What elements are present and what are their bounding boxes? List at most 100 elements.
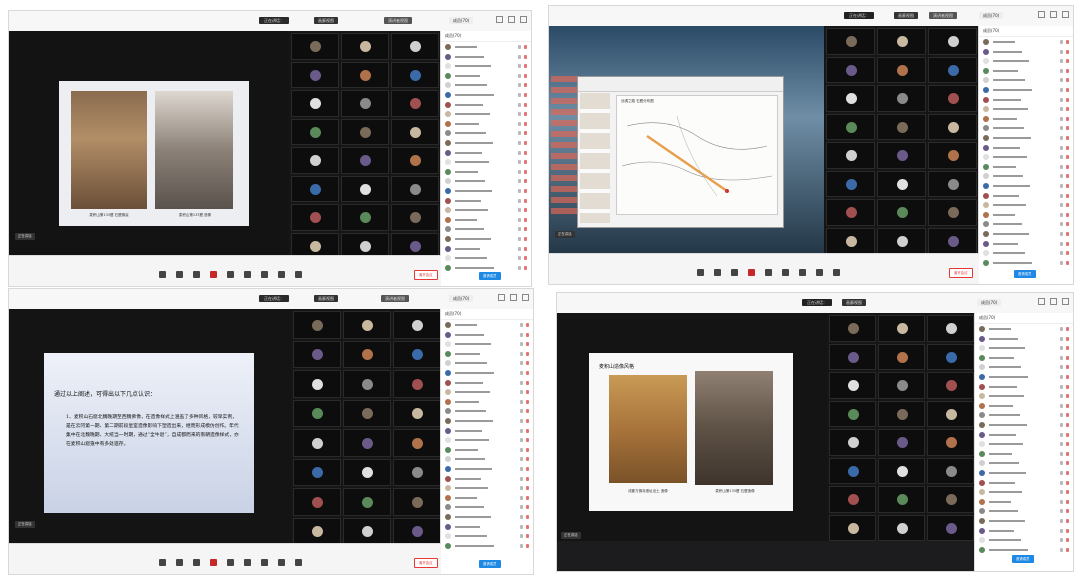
participant-row[interactable] bbox=[983, 259, 1069, 267]
participant-row[interactable] bbox=[979, 488, 1069, 496]
record-icon[interactable] bbox=[210, 271, 217, 278]
video-tile[interactable] bbox=[393, 429, 441, 457]
participant-row[interactable] bbox=[983, 38, 1069, 46]
invite-members-button[interactable]: 邀请成员 bbox=[479, 272, 501, 280]
mic-muted-icon[interactable] bbox=[1066, 49, 1069, 54]
camera-icon[interactable] bbox=[1060, 251, 1063, 256]
video-tile[interactable] bbox=[291, 175, 339, 202]
settings-icon[interactable] bbox=[278, 271, 285, 278]
participant-row[interactable] bbox=[445, 340, 529, 348]
camera-icon[interactable] bbox=[520, 409, 523, 414]
camera-icon[interactable] bbox=[1060, 461, 1063, 466]
close-icon[interactable] bbox=[522, 294, 529, 301]
mic-muted-icon[interactable] bbox=[526, 476, 529, 481]
video-tile[interactable] bbox=[928, 170, 977, 197]
camera-icon[interactable] bbox=[518, 237, 521, 241]
camera-icon[interactable] bbox=[1060, 384, 1063, 389]
video-tile[interactable] bbox=[291, 61, 339, 88]
video-tile[interactable] bbox=[878, 315, 925, 342]
mic-muted-icon[interactable] bbox=[1066, 394, 1069, 399]
participant-row[interactable] bbox=[445, 494, 529, 502]
mic-muted-icon[interactable] bbox=[1066, 260, 1069, 265]
participant-row[interactable] bbox=[979, 373, 1069, 381]
mic-muted-icon[interactable] bbox=[1066, 126, 1069, 131]
camera-icon[interactable] bbox=[520, 380, 523, 385]
video-tile[interactable] bbox=[829, 486, 876, 513]
mic-muted-icon[interactable] bbox=[526, 323, 529, 327]
mic-muted-icon[interactable] bbox=[1066, 59, 1069, 64]
video-tile[interactable] bbox=[343, 488, 391, 516]
camera-icon[interactable] bbox=[1060, 78, 1063, 83]
mic-muted-icon[interactable] bbox=[1066, 442, 1069, 447]
mic-muted-icon[interactable] bbox=[524, 256, 527, 261]
video-tile[interactable] bbox=[393, 311, 441, 339]
mic-muted-icon[interactable] bbox=[524, 121, 527, 126]
members-header-button[interactable]: 成员(70) bbox=[449, 295, 474, 302]
chat-icon[interactable] bbox=[244, 559, 251, 566]
camera-icon[interactable] bbox=[1060, 327, 1063, 331]
participant-row[interactable] bbox=[983, 182, 1069, 190]
video-tile[interactable] bbox=[341, 204, 389, 231]
window-controls[interactable] bbox=[498, 294, 529, 301]
participant-row[interactable] bbox=[445, 177, 527, 185]
participant-row[interactable] bbox=[445, 225, 527, 233]
leave-meeting-button[interactable]: 离开会议 bbox=[414, 270, 438, 280]
video-tile[interactable] bbox=[829, 315, 876, 342]
participant-row[interactable] bbox=[445, 216, 527, 224]
participant-row[interactable] bbox=[445, 129, 527, 137]
video-tile[interactable] bbox=[341, 90, 389, 117]
mic-muted-icon[interactable] bbox=[1066, 222, 1069, 227]
participant-row[interactable] bbox=[983, 134, 1069, 142]
camera-icon[interactable] bbox=[1060, 232, 1063, 236]
camera-icon[interactable] bbox=[1060, 222, 1063, 227]
participant-row[interactable] bbox=[983, 76, 1069, 84]
mic-muted-icon[interactable] bbox=[1066, 403, 1069, 408]
video-tile[interactable] bbox=[826, 170, 875, 197]
camera-icon[interactable] bbox=[520, 447, 523, 452]
camera-icon[interactable] bbox=[1060, 49, 1063, 54]
participant-row[interactable] bbox=[979, 546, 1069, 554]
minimize-icon[interactable] bbox=[1038, 298, 1045, 305]
maximize-icon[interactable] bbox=[1050, 11, 1057, 18]
camera-icon[interactable] bbox=[1060, 174, 1063, 179]
camera-icon[interactable] bbox=[1060, 88, 1063, 92]
participant-row[interactable] bbox=[983, 230, 1069, 238]
camera-icon[interactable] bbox=[1060, 145, 1063, 150]
video-tile[interactable] bbox=[341, 33, 389, 60]
camera-icon[interactable] bbox=[1060, 355, 1063, 360]
mic-muted-icon[interactable] bbox=[1066, 336, 1069, 341]
camera-icon[interactable] bbox=[176, 271, 183, 278]
mic-muted-icon[interactable] bbox=[526, 371, 529, 375]
mic-muted-icon[interactable] bbox=[526, 515, 529, 519]
invite-members-button[interactable]: 邀请成员 bbox=[1012, 555, 1034, 563]
participant-row[interactable] bbox=[445, 72, 527, 80]
camera-icon[interactable] bbox=[1060, 528, 1063, 533]
camera-icon[interactable] bbox=[1060, 423, 1063, 427]
mic-muted-icon[interactable] bbox=[524, 246, 527, 251]
participant-row[interactable] bbox=[445, 427, 529, 435]
camera-icon[interactable] bbox=[1060, 212, 1063, 217]
camera-icon[interactable] bbox=[518, 121, 521, 126]
video-tile[interactable] bbox=[393, 370, 441, 398]
participant-row[interactable] bbox=[445, 455, 529, 463]
participant-row[interactable] bbox=[445, 91, 527, 99]
mic-muted-icon[interactable] bbox=[1066, 251, 1069, 256]
maximize-icon[interactable] bbox=[508, 16, 515, 23]
camera-icon[interactable] bbox=[1060, 375, 1063, 379]
members-icon[interactable] bbox=[227, 559, 234, 566]
mic-muted-icon[interactable] bbox=[1066, 499, 1069, 504]
mic-muted-icon[interactable] bbox=[524, 217, 527, 222]
camera-icon[interactable] bbox=[518, 198, 521, 203]
camera-icon[interactable] bbox=[518, 83, 521, 88]
camera-icon[interactable] bbox=[520, 323, 523, 327]
mic-muted-icon[interactable] bbox=[1066, 480, 1069, 485]
gallery-view-button[interactable]: 画廊视图 bbox=[314, 295, 338, 302]
participant-row[interactable] bbox=[979, 402, 1069, 410]
speaker-view-button[interactable]: 演讲者视图 bbox=[929, 12, 957, 19]
participant-row[interactable] bbox=[983, 163, 1069, 171]
close-icon[interactable] bbox=[1062, 11, 1069, 18]
camera-icon[interactable] bbox=[1060, 490, 1063, 495]
grid-icon[interactable] bbox=[295, 559, 302, 566]
mic-muted-icon[interactable] bbox=[524, 227, 527, 232]
camera-icon[interactable] bbox=[1060, 336, 1063, 341]
